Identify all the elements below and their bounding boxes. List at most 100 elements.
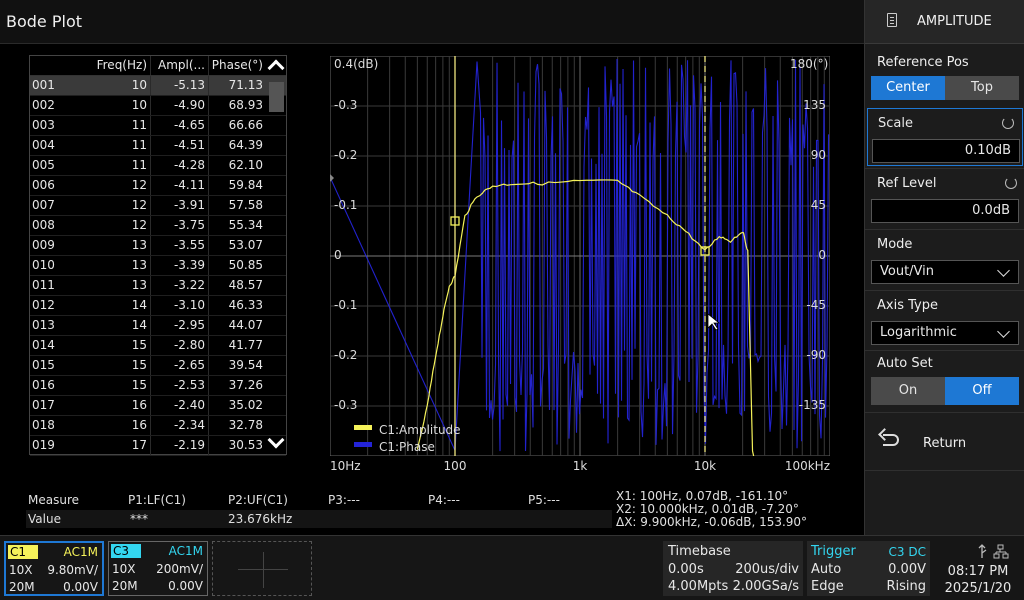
timebase-box[interactable]: Timebase 0.00s 200us/div 4.00Mpts 2.00GS… (663, 541, 803, 596)
row-freq: 14 (131, 298, 147, 312)
table-row[interactable]: 011 13 -3.22 48.57 (30, 276, 286, 296)
auto-set-off-button[interactable]: Off (945, 377, 1019, 405)
row-ampl: -2.95 (150, 316, 208, 335)
table-row[interactable]: 007 12 -3.91 57.58 (30, 196, 286, 216)
left-axis-top-label: 0.4(dB) (334, 57, 379, 71)
row-ampl: -3.39 (150, 256, 208, 275)
row-ampl: -3.55 (150, 236, 208, 255)
row-phase: 57.58 (208, 196, 266, 215)
row-phase: 46.33 (208, 296, 266, 315)
row-ampl: -3.10 (150, 296, 208, 315)
measure-p1-label[interactable]: P1:LF(C1) (128, 493, 186, 507)
ref-level-input[interactable]: 0.0dB (871, 199, 1019, 223)
clock-time: 08:17 PM (947, 564, 1009, 579)
table-row[interactable]: 015 15 -2.65 39.54 (30, 356, 286, 376)
scroll-thumb[interactable] (269, 82, 284, 112)
row-ampl: -5.13 (150, 76, 208, 95)
table-row[interactable]: 012 14 -3.10 46.33 (30, 296, 286, 316)
channel-c3-offset: 0.00V (168, 579, 203, 593)
mode-section: Mode Vout/Vin (865, 229, 1024, 289)
left-axis-tick: -0.2 (334, 148, 358, 162)
return-label: Return (923, 436, 967, 451)
trigger-label: Trigger (811, 544, 856, 559)
row-phase: 41.77 (208, 336, 266, 355)
row-freq: 13 (131, 278, 147, 292)
clock: 08:17 PM 2025/1/20 (932, 541, 1024, 596)
table-row[interactable]: 019 17 -2.19 30.53 (30, 436, 286, 456)
timebase-scale: 200us/div (735, 562, 799, 577)
row-ampl: -4.90 (150, 96, 208, 115)
auto-set-label: Auto Set (877, 356, 933, 371)
channel-c3-box[interactable]: C3 AC1M 10X 200mV/ 20M 0.00V (108, 541, 208, 596)
channel-c1-coupling: AC1M (63, 545, 98, 559)
ref-level-label: Ref Level (877, 176, 937, 191)
right-axis-tick: -45 (806, 298, 826, 312)
legend-phase: C1:Phase (379, 440, 435, 454)
trigger-box[interactable]: Trigger C3 DC Auto 0.00V Edge Rising (807, 541, 930, 596)
table-row[interactable]: 004 11 -4.51 64.39 (30, 136, 286, 156)
auto-set-on-button[interactable]: On (871, 377, 945, 405)
table-row[interactable]: 008 12 -3.75 55.34 (30, 216, 286, 236)
row-phase: 68.93 (208, 96, 266, 115)
add-channel-slot[interactable] (212, 541, 312, 596)
reset-icon[interactable] (1005, 177, 1017, 189)
return-button[interactable]: Return (865, 418, 1024, 470)
cursor-readout-delta: ΔX: 9.900kHz, -0.06dB, 153.90° (616, 515, 808, 529)
return-icon (883, 434, 899, 446)
row-ampl: -3.91 (150, 196, 208, 215)
row-freq: 14 (131, 318, 147, 332)
row-index: 015 (32, 358, 55, 372)
table-row[interactable]: 018 16 -2.34 32.78 (30, 416, 286, 436)
measure-p3-label[interactable]: P3:--- (328, 493, 360, 507)
left-axis-tick: -0.1 (334, 298, 358, 312)
table-row[interactable]: 014 15 -2.80 41.77 (30, 336, 286, 356)
row-freq: 11 (131, 138, 147, 152)
row-freq: 10 (131, 78, 147, 92)
measure-p2-label[interactable]: P2:UF(C1) (228, 493, 288, 507)
table-row[interactable]: 005 11 -4.28 62.10 (30, 156, 286, 176)
row-ampl: -4.65 (150, 116, 208, 135)
ref-level-section: Ref Level 0.0dB (865, 168, 1024, 228)
reference-pos-center-button[interactable]: Center (871, 76, 945, 100)
reference-pos-top-button[interactable]: Top (945, 76, 1019, 100)
measure-bar: Measure P1:LF(C1) P2:UF(C1) P3:--- P4:--… (0, 490, 864, 535)
table-scrollbar[interactable] (267, 56, 287, 454)
row-ampl: -4.11 (150, 176, 208, 195)
left-axis-tick: -0.3 (334, 98, 358, 112)
page-title: Bode Plot (6, 12, 83, 31)
reset-icon[interactable] (1002, 117, 1014, 129)
legend-swatch-amplitude (354, 425, 372, 430)
scale-input[interactable]: 0.10dB (872, 139, 1020, 163)
table-row[interactable]: 017 16 -2.40 35.02 (30, 396, 286, 416)
table-row[interactable]: 002 10 -4.90 68.93 (30, 96, 286, 116)
measure-p4-label[interactable]: P4:--- (428, 493, 460, 507)
scale-section[interactable]: Scale 0.10dB (867, 108, 1023, 166)
axis-type-select[interactable]: Logarithmic (871, 321, 1019, 345)
row-index: 014 (32, 338, 55, 352)
bode-plot[interactable] (330, 56, 830, 456)
column-header-index (30, 56, 62, 75)
table-row[interactable]: 009 13 -3.55 53.07 (30, 236, 286, 256)
value-label: Value (28, 512, 61, 526)
channel-c1-offset: 0.00V (63, 580, 98, 594)
row-phase: 32.78 (208, 416, 266, 435)
channel-c1-box[interactable]: C1 AC1M 10X 9.80mV/ 20M 0.00V (4, 541, 104, 596)
measure-p5-label[interactable]: P5:--- (528, 493, 560, 507)
chevron-up-icon[interactable] (267, 59, 285, 77)
table-row[interactable]: 013 14 -2.95 44.07 (30, 316, 286, 336)
mode-select[interactable]: Vout/Vin (871, 260, 1019, 284)
table-row[interactable]: 006 12 -4.11 59.84 (30, 176, 286, 196)
trigger-slope: Rising (886, 579, 926, 594)
table-row[interactable]: 003 11 -4.65 66.66 (30, 116, 286, 136)
channel-c3-probe: 10X (112, 562, 136, 576)
document-icon (887, 13, 897, 27)
table-row[interactable]: 016 15 -2.53 37.26 (30, 376, 286, 396)
table-row[interactable]: 001 10 -5.13 71.13 (30, 76, 286, 96)
row-index: 016 (32, 378, 55, 392)
table-row[interactable]: 010 13 -3.39 50.85 (30, 256, 286, 276)
row-phase: 64.39 (208, 136, 266, 155)
chevron-down-icon (997, 325, 1010, 338)
reference-pos-label: Reference Pos (877, 55, 969, 70)
row-index: 011 (32, 278, 55, 292)
chevron-down-icon[interactable] (267, 431, 285, 449)
